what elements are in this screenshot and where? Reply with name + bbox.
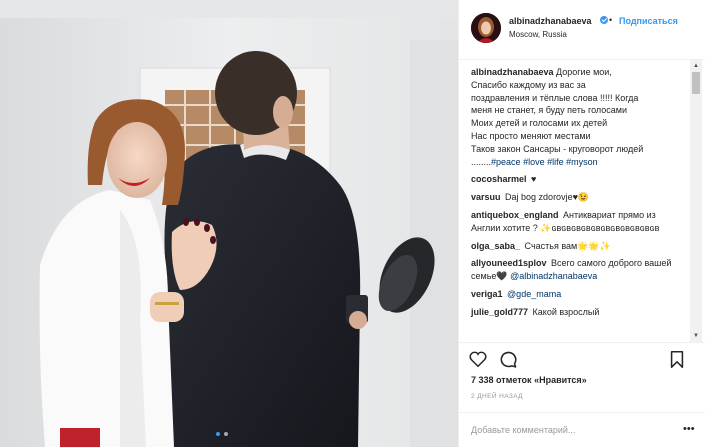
comment-item: julie_gold777 Какой взрослый [471,306,687,319]
caption-line: поздравления и тёплые слова !!!!! Когда [471,92,639,103]
caption-hashtags: ........#peace #love #life #myson [471,156,687,169]
post-header: albinadzhanabaeva • Подписаться Moscow, … [459,0,705,60]
hashtag-link[interactable]: #myson [566,157,598,167]
more-options-icon[interactable]: ••• [683,423,695,435]
comment-username[interactable]: antiquebox_england [471,210,559,220]
comment-item: antiquebox_england Антиквариат прямо из … [471,209,687,235]
comment-username[interactable]: cocosharmel [471,174,527,184]
verified-badge-icon [600,16,608,24]
caption-line: меня не станет, я буду петь голосами [471,105,627,116]
comment-username[interactable]: julie_gold777 [471,307,528,317]
hashtag-link[interactable]: #peace [491,157,521,167]
comment-text: ♥ [531,174,537,185]
comment-username[interactable]: olga_saba_ [471,241,520,251]
scroll-up-arrow-icon[interactable]: ▲ [690,60,702,72]
comment-username[interactable]: veriga1 [471,289,503,299]
avatar[interactable] [471,13,501,43]
post-photo[interactable] [0,0,458,447]
add-comment-bar: ••• [459,412,705,447]
likes-number: 7 338 отметок [471,375,532,385]
comment-icon[interactable] [497,348,519,370]
caption-line: Нас просто меняют местами [471,130,591,141]
mention-link[interactable]: @albinadzhanabaeva [510,271,597,281]
comment-text: Daj bog zdorovje♥😉 [505,192,590,203]
location-link[interactable]: Moscow, Russia [509,30,567,39]
heart-icon[interactable] [467,348,489,370]
likes-count[interactable]: 7 338 отметок «Нравится» [471,375,587,385]
caption: albinadzhanabaeva Дорогие мои, Спасибо к… [471,66,687,168]
comments-scrollbar[interactable]: ▲ ▼ [690,60,702,342]
caption-username[interactable]: albinadzhanabaeva [471,67,554,77]
follow-button[interactable]: Подписаться [619,16,678,26]
caption-line: Дорогие мои, [556,67,612,77]
comment-username[interactable]: varsuu [471,192,501,202]
comment-item: cocosharmel ♥ [471,173,687,186]
mention-link[interactable]: @gde_mama [507,289,561,299]
comment-item: veriga1 @gde_mama [471,288,687,301]
comment-text: Какой взрослый [532,306,600,317]
scroll-thumb[interactable] [692,72,700,94]
username-link[interactable]: albinadzhanabaeva [509,16,592,26]
carousel-dot-active[interactable] [216,432,220,436]
comment-username[interactable]: allyouneed1splov [471,258,547,268]
post-sidebar: albinadzhanabaeva • Подписаться Moscow, … [458,0,705,447]
comment-item: allyouneed1splov Всего самого доброго ва… [471,257,687,283]
scroll-down-arrow-icon[interactable]: ▼ [690,330,702,342]
separator-dot: • [609,15,613,25]
caption-line: Таков закон Сансары - круговорот людей [471,143,644,154]
bookmark-icon[interactable] [666,348,688,370]
carousel-indicator [216,432,228,436]
photo-image [0,0,458,447]
comment-input[interactable] [471,422,671,438]
caption-line: Моих детей и голосами их детей [471,118,608,129]
post-timestamp[interactable]: 2 дней назад [471,393,523,400]
comments-list[interactable]: albinadzhanabaeva Дорогие мои, Спасибо к… [459,60,697,342]
caption-dots: ........ [471,156,492,167]
likes-link[interactable]: «Нравится» [534,375,587,385]
carousel-dot[interactable] [224,432,228,436]
hashtag-link[interactable]: #love [523,157,545,167]
comment-item: varsuu Daj bog zdorovje♥😉 [471,191,687,204]
comment-text: Счастья вам🌟🌟✨ [524,240,611,251]
hashtag-link[interactable]: #life [547,157,564,167]
comment-item: olga_saba_ Счастья вам🌟🌟✨ [471,240,687,253]
avatar-image [471,13,501,43]
caption-line: Спасибо каждому из вас за [471,79,586,90]
action-bar [459,342,705,372]
